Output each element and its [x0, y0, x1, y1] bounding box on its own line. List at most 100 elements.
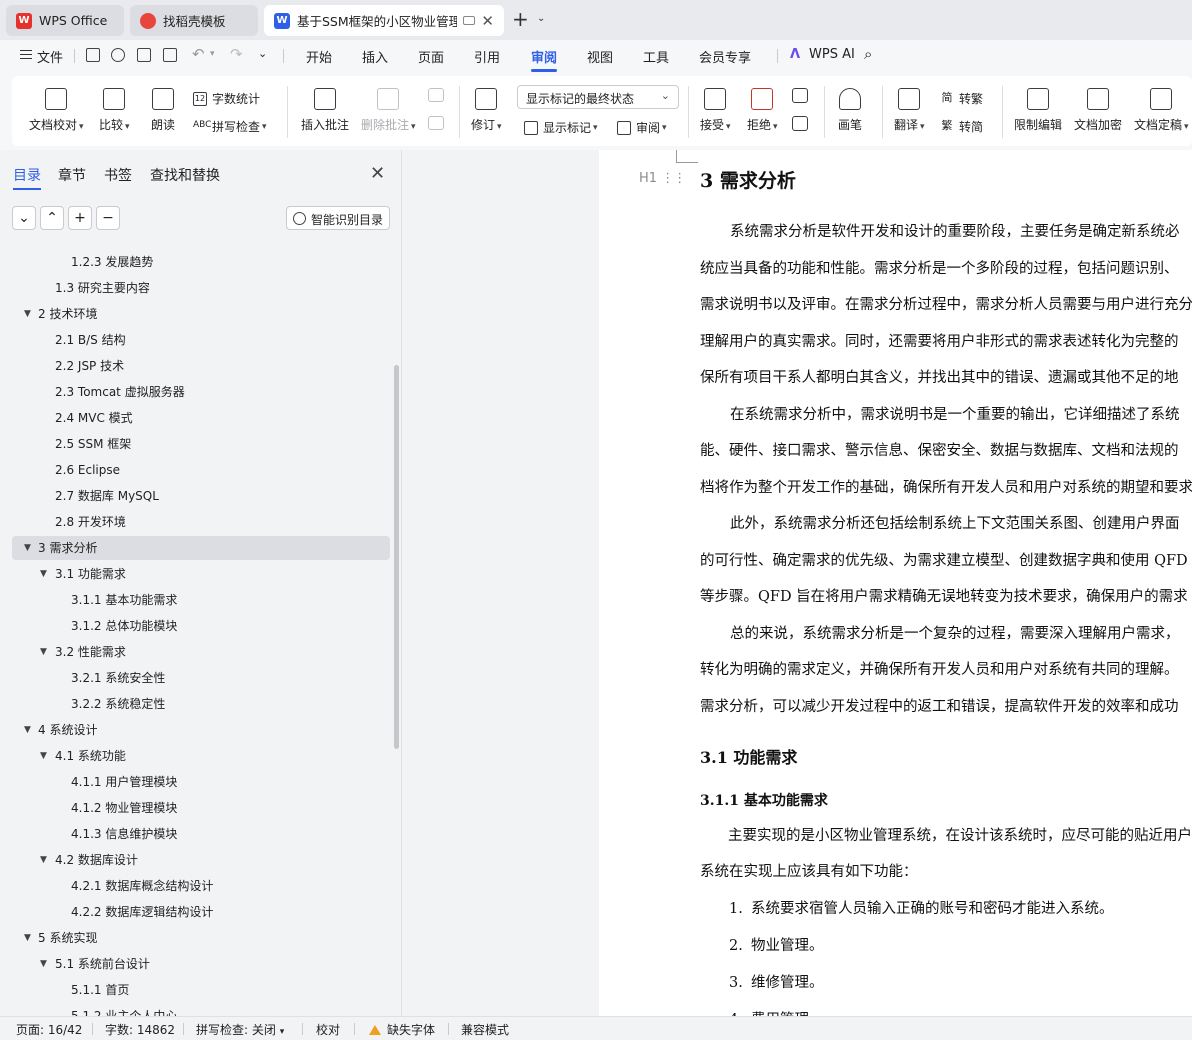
heading-style-marker[interactable]: H1 ⋮⋮: [639, 171, 686, 186]
toc-item[interactable]: 3.2.1 系统安全性: [12, 666, 390, 690]
chevron-down-icon[interactable]: ▾: [210, 49, 215, 59]
to-simplified-button[interactable]: 繁转简: [940, 118, 984, 135]
review-pane-button[interactable]: 审阅 ▾: [617, 119, 667, 136]
page-indicator[interactable]: 页面: 16/42: [16, 1021, 82, 1038]
expand-caret-icon[interactable]: ▼: [24, 926, 31, 950]
document-page[interactable]: H1 ⋮⋮ 3 需求分析 系统需求分析是软件开发和设计的重要阶段，主要任务是确定…: [599, 150, 1192, 1016]
prev-comment-button[interactable]: [428, 88, 444, 108]
toc-item[interactable]: ▼ 5.1 系统前台设计: [12, 952, 390, 976]
toc-item[interactable]: ▼ 2 技术环境: [12, 302, 390, 326]
nav-tab-find-replace[interactable]: 查找和替换: [150, 165, 220, 185]
menu-tab-insert[interactable]: 插入: [362, 47, 388, 66]
translate-button[interactable]: 翻译 ▾: [894, 88, 925, 133]
add-heading-button[interactable]: +: [68, 206, 92, 230]
missing-font-status[interactable]: 缺失字体: [369, 1021, 435, 1038]
redo-icon[interactable]: ↷: [230, 45, 243, 63]
share-icon[interactable]: [111, 48, 125, 62]
spell-check-status[interactable]: 拼写检查: 关闭 ▾: [196, 1021, 284, 1038]
chevron-down-icon[interactable]: ⌄: [537, 13, 545, 24]
more-chevron-icon[interactable]: ⌄: [258, 47, 267, 60]
spell-check-button[interactable]: ABC 拼写检查 ▾: [193, 118, 267, 135]
drag-handle-icon[interactable]: ⋮⋮: [661, 171, 686, 186]
tab-wps-office[interactable]: W WPS Office: [6, 5, 124, 36]
toc-item[interactable]: ▼ 4.2 数据库设计: [12, 848, 390, 872]
toc-item[interactable]: 4.2.1 数据库概念结构设计: [12, 874, 390, 898]
toc-item[interactable]: ▼ 5 系统实现: [12, 926, 390, 950]
expand-caret-icon[interactable]: ▼: [40, 952, 47, 976]
toc-item[interactable]: 2.1 B/S 结构: [12, 328, 390, 352]
toc-item[interactable]: ▼ 4.1 系统功能: [12, 744, 390, 768]
print-icon[interactable]: [137, 48, 151, 62]
toc-scrollbar[interactable]: [394, 365, 399, 749]
menu-tab-member[interactable]: 会员专享: [699, 47, 751, 66]
reject-button[interactable]: 拒绝 ▾: [747, 88, 778, 133]
toc-item[interactable]: 3.1.2 总体功能模块: [12, 614, 390, 638]
toc-item[interactable]: 1.3 研究主要内容: [12, 276, 390, 300]
toc-item[interactable]: 5.1.2 业主个人中心: [12, 1004, 390, 1016]
word-count-indicator[interactable]: 字数: 14862: [105, 1021, 175, 1038]
toc-item[interactable]: ▼ 3.1 功能需求: [12, 562, 390, 586]
toc-item[interactable]: 5.1.1 首页: [12, 978, 390, 1002]
menu-tab-start[interactable]: 开始: [306, 47, 332, 66]
next-revision-button[interactable]: [792, 116, 808, 137]
proofread-button[interactable]: 文档校对 ▾: [29, 88, 84, 133]
compare-button[interactable]: 比较 ▾: [99, 88, 130, 133]
to-traditional-button[interactable]: 简转繁: [940, 90, 984, 107]
nav-tab-toc[interactable]: 目录: [13, 165, 41, 185]
menu-tab-page[interactable]: 页面: [418, 47, 444, 66]
close-icon[interactable]: ✕: [370, 163, 385, 184]
word-count-button[interactable]: 12 字数统计: [193, 90, 260, 107]
undo-icon[interactable]: ↶: [192, 45, 205, 63]
menu-tab-view[interactable]: 视图: [587, 47, 613, 66]
collapse-all-button[interactable]: ⌄: [12, 206, 36, 230]
expand-caret-icon[interactable]: ▼: [40, 640, 47, 664]
new-tab-button[interactable]: +: [512, 9, 529, 29]
smart-toc-button[interactable]: 智能识别目录: [286, 206, 390, 230]
expand-up-button[interactable]: ⌃: [40, 206, 64, 230]
remove-heading-button[interactable]: −: [96, 206, 120, 230]
expand-caret-icon[interactable]: ▼: [40, 848, 47, 872]
proof-status[interactable]: 校对: [316, 1021, 340, 1038]
toc-item[interactable]: 4.1.3 信息维护模块: [12, 822, 390, 846]
menu-tab-tools[interactable]: 工具: [643, 47, 669, 66]
finalize-button[interactable]: 文档定稿 ▾: [1134, 88, 1189, 133]
toc-item[interactable]: 4.1.2 物业管理模块: [12, 796, 390, 820]
print-preview-icon[interactable]: [163, 48, 177, 62]
tab-docer-templates[interactable]: 找稻壳模板: [130, 5, 258, 36]
expand-caret-icon[interactable]: ▼: [24, 718, 31, 742]
expand-caret-icon[interactable]: ▼: [24, 536, 31, 560]
nav-tab-sections[interactable]: 章节: [58, 165, 86, 185]
restrict-edit-button[interactable]: 限制编辑: [1014, 88, 1062, 133]
prev-revision-button[interactable]: [792, 88, 808, 109]
search-icon[interactable]: ⌕: [864, 45, 872, 63]
insert-comment-button[interactable]: 插入批注: [301, 88, 349, 133]
show-markup-button[interactable]: 显示标记 ▾: [524, 119, 598, 136]
hamburger-icon[interactable]: [20, 47, 32, 62]
encrypt-button[interactable]: 文档加密: [1074, 88, 1122, 133]
menu-tab-reference[interactable]: 引用: [474, 47, 500, 66]
menu-file[interactable]: 文件: [37, 47, 63, 66]
toc-item[interactable]: ▼ 3 需求分析: [12, 536, 390, 560]
menu-wps-ai[interactable]: WPS AI: [809, 47, 855, 62]
next-comment-button[interactable]: [428, 116, 444, 136]
toc-item[interactable]: 4.1.1 用户管理模块: [12, 770, 390, 794]
toc-item[interactable]: ▼ 3.2 性能需求: [12, 640, 390, 664]
toc-item[interactable]: 2.4 MVC 模式: [12, 406, 390, 430]
toc-item[interactable]: 3.1.1 基本功能需求: [12, 588, 390, 612]
menu-tab-review[interactable]: 审阅: [531, 47, 557, 66]
expand-caret-icon[interactable]: ▼: [40, 562, 47, 586]
monitor-icon[interactable]: [463, 16, 476, 25]
toc-item[interactable]: 2.5 SSM 框架: [12, 432, 390, 456]
save-icon[interactable]: [86, 48, 100, 62]
close-tab-icon[interactable]: ✕: [481, 12, 494, 30]
expand-caret-icon[interactable]: ▼: [40, 744, 47, 768]
toc-item[interactable]: 2.6 Eclipse: [12, 458, 390, 482]
revise-button[interactable]: 修订 ▾: [471, 88, 502, 133]
toc-item[interactable]: 2.3 Tomcat 虚拟服务器: [12, 380, 390, 404]
expand-caret-icon[interactable]: ▼: [24, 302, 31, 326]
nav-tab-bookmarks[interactable]: 书签: [104, 165, 132, 185]
toc-item[interactable]: 2.7 数据库 MySQL: [12, 484, 390, 508]
ink-button[interactable]: 画笔: [838, 88, 862, 133]
toc-item[interactable]: 3.2.2 系统稳定性: [12, 692, 390, 716]
toc-item[interactable]: 4.2.2 数据库逻辑结构设计: [12, 900, 390, 924]
